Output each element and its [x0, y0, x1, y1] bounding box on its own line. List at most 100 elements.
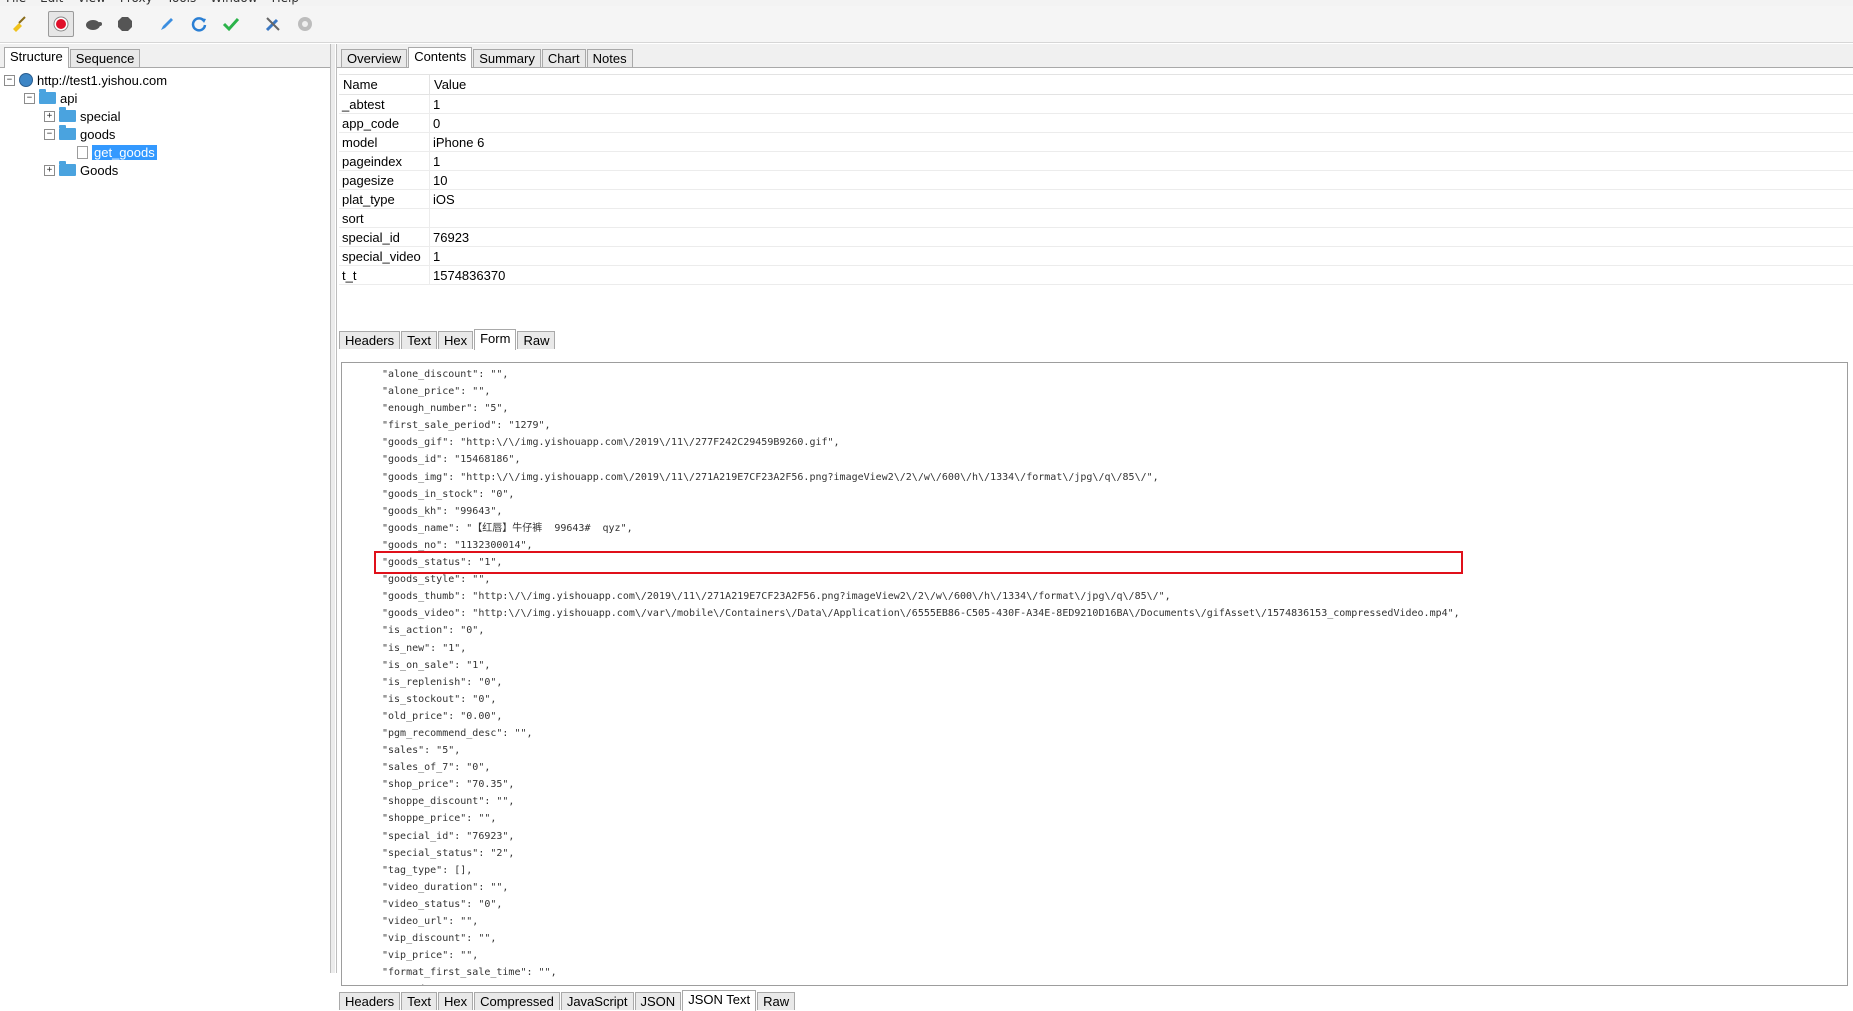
expand-icon[interactable]: +	[44, 165, 55, 176]
collapse-icon[interactable]: −	[24, 93, 35, 104]
param-value: 0	[430, 114, 1853, 133]
tree-node-api[interactable]: − api	[4, 89, 330, 107]
json-line: "vip_price": "",	[342, 947, 1847, 964]
tab-resp-compressed[interactable]: Compressed	[474, 992, 560, 1010]
param-row[interactable]: app_code0	[339, 114, 1853, 133]
globe-icon	[19, 73, 33, 87]
tab-resp-raw[interactable]: Raw	[757, 992, 795, 1010]
stop-icon[interactable]	[112, 11, 138, 37]
json-line: "goods_gif": "http:\/\/img.yishouapp.com…	[342, 434, 1847, 451]
file-icon	[77, 146, 88, 159]
broom-icon[interactable]	[6, 11, 32, 37]
json-line: "goods_video": "http:\/\/img.yishouapp.c…	[342, 605, 1847, 622]
json-line: "alone_price": "",	[342, 383, 1847, 400]
turtle-icon[interactable]	[80, 11, 106, 37]
folder-icon	[39, 92, 56, 104]
tree-node-get-goods[interactable]: get_goods	[4, 143, 330, 161]
json-line: "goods_thumb": "http:\/\/img.yishouapp.c…	[342, 588, 1847, 605]
json-line: "is_on_sale": "1",	[342, 657, 1847, 674]
toolbar	[0, 6, 1853, 43]
param-row[interactable]: _abtest1	[339, 95, 1853, 114]
param-value: 1574836370	[430, 266, 1853, 285]
pane-splitter[interactable]	[331, 44, 335, 973]
tab-structure[interactable]: Structure	[4, 47, 69, 68]
collapse-icon[interactable]: −	[44, 129, 55, 140]
tab-resp-json-text[interactable]: JSON Text	[682, 990, 756, 1011]
json-line: "sales": "5",	[342, 742, 1847, 759]
param-row[interactable]: special_video1	[339, 247, 1853, 266]
tab-resp-javascript[interactable]: JavaScript	[561, 992, 634, 1010]
param-name: app_code	[339, 114, 430, 133]
json-line: "goods_id": "15468186",	[342, 451, 1847, 468]
folder-icon	[59, 164, 76, 176]
tab-notes[interactable]: Notes	[587, 49, 633, 67]
menu-item-tools[interactable]: Tools	[167, 0, 197, 5]
tab-summary[interactable]: Summary	[473, 49, 541, 67]
param-value: 10	[430, 171, 1853, 190]
pen-icon[interactable]	[154, 11, 180, 37]
menu-item-window[interactable]: Window	[210, 0, 257, 5]
tree-label-host: http://test1.yishou.com	[37, 73, 167, 88]
tree-node-host[interactable]: − http://test1.yishou.com	[4, 71, 330, 89]
param-row[interactable]: modeliPhone 6	[339, 133, 1853, 152]
param-row[interactable]: special_id76923	[339, 228, 1853, 247]
param-row[interactable]: pageindex1	[339, 152, 1853, 171]
json-line: "goods_kh": "99643",	[342, 503, 1847, 520]
param-row[interactable]: t_t1574836370	[339, 266, 1853, 285]
tab-req-hex[interactable]: Hex	[438, 331, 473, 349]
check-icon[interactable]	[218, 11, 244, 37]
tab-req-raw[interactable]: Raw	[517, 331, 555, 349]
tab-contents[interactable]: Contents	[408, 47, 472, 68]
request-params: Name Value _abtest1app_code0modeliPhone …	[339, 74, 1853, 285]
json-line: "vip_discount": "",	[342, 930, 1847, 947]
json-line: "video_url": "",	[342, 913, 1847, 930]
tree-node-Goods[interactable]: + Goods	[4, 161, 330, 179]
tab-resp-text[interactable]: Text	[401, 992, 437, 1010]
tab-resp-hex[interactable]: Hex	[438, 992, 473, 1010]
refresh-icon[interactable]	[186, 11, 212, 37]
json-line: "shoppe_price": "",	[342, 810, 1847, 827]
menu-item-edit[interactable]: Edit	[40, 0, 63, 5]
column-header-value[interactable]: Value	[430, 75, 1853, 95]
tab-req-text[interactable]: Text	[401, 331, 437, 349]
json-line: "shop_price": "70.35",	[342, 776, 1847, 793]
tab-overview[interactable]: Overview	[341, 49, 407, 67]
menu-item-file[interactable]: File	[6, 0, 26, 5]
tree-label-get-goods: get_goods	[92, 145, 157, 160]
expand-icon[interactable]: +	[44, 111, 55, 122]
param-name: special_video	[339, 247, 430, 266]
json-line: "is_new": "1",	[342, 640, 1847, 657]
collapse-icon[interactable]: −	[4, 75, 15, 86]
param-row[interactable]: pagesize10	[339, 171, 1853, 190]
param-value: iOS	[430, 190, 1853, 209]
structure-tree: − http://test1.yishou.com − api + specia…	[0, 68, 330, 179]
folder-icon	[59, 128, 76, 140]
menu-item-view[interactable]: View	[77, 0, 105, 5]
param-name: t_t	[339, 266, 430, 285]
settings-icon[interactable]	[292, 11, 318, 37]
menu-item-proxy[interactable]: Proxy	[120, 0, 153, 5]
tree-node-special[interactable]: + special	[4, 107, 330, 125]
right-tabs: Overview Contents Summary Chart Notes	[337, 44, 1853, 68]
tab-sequence[interactable]: Sequence	[70, 49, 141, 67]
param-row[interactable]: plat_typeiOS	[339, 190, 1853, 209]
json-line: "is_action": "0",	[342, 622, 1847, 639]
highlight-box	[374, 551, 1463, 574]
tab-req-headers[interactable]: Headers	[339, 331, 400, 349]
tab-req-form[interactable]: Form	[474, 329, 516, 350]
menu-item-help[interactable]: Help	[272, 0, 299, 5]
tab-resp-headers[interactable]: Headers	[339, 992, 400, 1010]
tab-chart[interactable]: Chart	[542, 49, 586, 67]
tab-resp-json[interactable]: JSON	[635, 992, 682, 1010]
json-line: "shoppe_discount": "",	[342, 793, 1847, 810]
json-line: "video_status": "0",	[342, 896, 1847, 913]
json-line: "goods_in_stock": "0",	[342, 486, 1847, 503]
column-header-name[interactable]: Name	[339, 75, 430, 95]
json-text-view[interactable]: "alone_discount": "","alone_price": "","…	[341, 362, 1848, 986]
tools-icon[interactable]	[260, 11, 286, 37]
tree-node-goods[interactable]: − goods	[4, 125, 330, 143]
params-table: Name Value _abtest1app_code0modeliPhone …	[339, 74, 1853, 285]
record-icon[interactable]	[48, 11, 74, 37]
structure-pane: Structure Sequence − http://test1.yishou…	[0, 44, 331, 973]
param-row[interactable]: sort	[339, 209, 1853, 228]
